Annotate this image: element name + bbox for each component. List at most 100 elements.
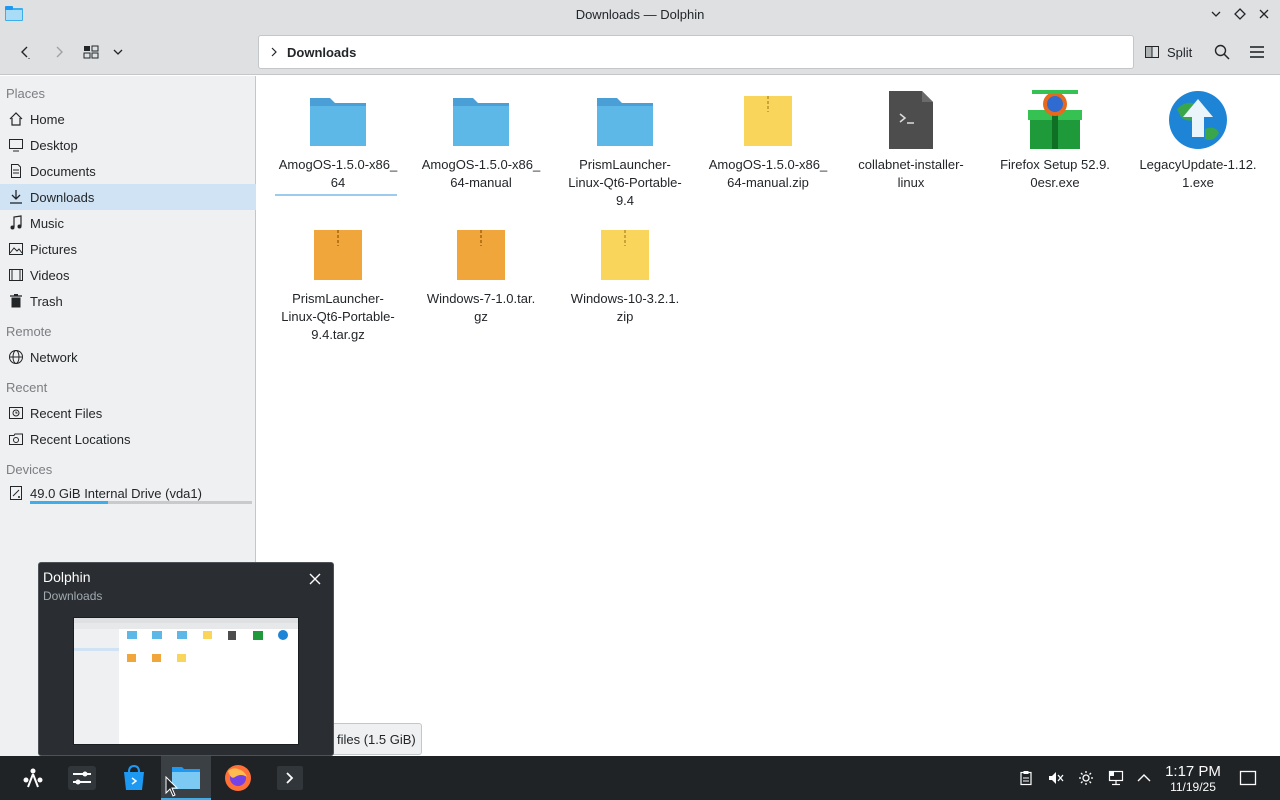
tray-brightness[interactable]	[1076, 768, 1096, 788]
chevron-right-icon	[271, 47, 277, 57]
desktop-icon	[9, 139, 23, 152]
file-item[interactable]: PrismLauncher- Linux-Qt6-Portable- 9.4	[560, 88, 690, 210]
chevron-down-icon	[113, 49, 123, 55]
file-name: zip	[616, 309, 634, 324]
application-launcher-button[interactable]	[8, 756, 58, 800]
file-name: AmogOS-1.5.0-x86_	[708, 157, 828, 172]
chevron-down-icon	[1211, 11, 1221, 17]
forward-button[interactable]	[44, 37, 74, 67]
file-name: AmogOS-1.5.0-x86_	[278, 157, 398, 172]
sidebar-item-label: Music	[30, 215, 64, 231]
task-discover[interactable]	[109, 756, 159, 800]
file-item[interactable]: Firefox Setup 52.9. 0esr.exe	[990, 88, 1120, 192]
file-name: 9.4	[615, 193, 635, 208]
file-name: collabnet-installer-	[858, 157, 964, 172]
script-file-icon	[889, 91, 933, 149]
sidebar-item-label: Network	[30, 349, 78, 365]
view-mode-dropdown[interactable]	[108, 37, 128, 67]
tray-network[interactable]	[1106, 768, 1126, 788]
sidebar-item-label: Videos	[30, 267, 70, 283]
tray-expand[interactable]	[1134, 768, 1154, 788]
show-desktop-icon	[1239, 770, 1257, 786]
file-item[interactable]: LegacyUpdate-1.12. 1.exe	[1133, 88, 1263, 192]
sidebar-item-pictures[interactable]: Pictures	[0, 236, 256, 262]
pictures-icon	[9, 243, 23, 255]
dolphin-app-icon	[5, 6, 23, 21]
sidebar-item-desktop[interactable]: Desktop	[0, 132, 256, 158]
sidebar-item-label: Recent Locations	[30, 431, 131, 447]
file-name: PrismLauncher-	[579, 157, 671, 172]
sidebar-item-label: Home	[30, 111, 65, 127]
task-konsole[interactable]	[265, 756, 315, 800]
file-item[interactable]: AmogOS-1.5.0-x86_ 64	[273, 88, 403, 196]
tray-volume[interactable]	[1046, 768, 1066, 788]
zip-archive-icon	[601, 230, 649, 280]
file-item[interactable]: Windows-10-3.2.1. zip	[560, 222, 690, 326]
file-item[interactable]: AmogOS-1.5.0-x86_ 64-manual.zip	[703, 88, 833, 192]
folder-icon	[453, 98, 509, 146]
file-item[interactable]: PrismLauncher- Linux-Qt6-Portable- 9.4.tar…	[273, 222, 403, 344]
sidebar-item-downloads[interactable]: Downloads	[0, 184, 256, 210]
section-recent: Recent	[6, 380, 48, 395]
window-thumbnail[interactable]	[73, 617, 299, 745]
breadcrumb-downloads[interactable]: Downloads	[287, 45, 356, 60]
task-system-settings[interactable]	[57, 756, 107, 800]
close-icon[interactable]	[307, 571, 323, 587]
split-button[interactable]: Split	[1144, 37, 1192, 67]
zip-archive-icon	[744, 96, 792, 146]
folder-icon	[310, 98, 366, 146]
preview-title: Dolphin	[43, 569, 91, 585]
drive-icon	[10, 486, 22, 500]
videos-icon	[9, 269, 23, 281]
sidebar-item-trash[interactable]: Trash	[0, 288, 256, 314]
file-name: 1.exe	[1182, 175, 1214, 190]
search-button[interactable]	[1210, 37, 1234, 67]
maximize-button[interactable]	[1230, 4, 1250, 24]
toolbar: Downloads Split	[0, 29, 1280, 75]
terminal-icon	[277, 766, 303, 790]
tar-gz-archive-icon	[457, 230, 505, 280]
file-name: 64-manual.zip	[727, 175, 809, 190]
menu-button[interactable]	[1245, 37, 1269, 67]
sidebar-item-music[interactable]: Music	[0, 210, 256, 236]
location-bar[interactable]: Downloads	[258, 35, 1134, 69]
show-desktop-button[interactable]	[1238, 768, 1258, 788]
sidebar-item-videos[interactable]: Videos	[0, 262, 256, 288]
network-icon	[9, 350, 23, 364]
split-view-icon	[1145, 46, 1159, 58]
firefox-icon	[225, 765, 251, 791]
chevron-up-icon	[1137, 774, 1151, 782]
icon-view-icon	[83, 45, 99, 59]
file-name: 64-manual	[450, 175, 512, 190]
volume-muted-icon	[1049, 772, 1064, 784]
sidebar-item-recent-locations[interactable]: Recent Locations	[0, 426, 256, 452]
file-view[interactable]: AmogOS-1.5.0-x86_ 64 AmogOS-1.5.0-x86_ 64-…	[257, 76, 1280, 756]
arrow-right-icon	[56, 46, 63, 58]
minimize-button[interactable]	[1206, 4, 1226, 24]
tray-clipboard[interactable]	[1016, 768, 1036, 788]
sidebar-item-documents[interactable]: Documents	[0, 158, 256, 184]
back-button[interactable]	[10, 37, 40, 67]
file-item[interactable]: Windows-7-1.0.tar. gz	[416, 222, 546, 326]
section-devices: Devices	[6, 462, 53, 477]
file-name: 64	[330, 175, 346, 190]
sidebar-item-label: Desktop	[30, 137, 78, 153]
digital-clock[interactable]: 1:17 PM 11/19/25	[1160, 764, 1226, 795]
tar-gz-archive-icon	[314, 230, 362, 280]
view-mode-button[interactable]	[80, 37, 102, 67]
recent-locations-icon	[9, 433, 23, 445]
section-remote: Remote	[6, 324, 52, 339]
sidebar-item-recent-files[interactable]: Recent Files	[0, 400, 256, 426]
file-item[interactable]: collabnet-installer-linux	[846, 88, 976, 192]
close-button[interactable]	[1254, 4, 1274, 24]
window-title: Downloads — Dolphin	[575, 7, 705, 22]
sidebar-item-label: Downloads	[30, 189, 95, 205]
sidebar-item-home[interactable]: Home	[0, 106, 256, 132]
steamos-launcher-icon	[23, 768, 43, 788]
file-item[interactable]: AmogOS-1.5.0-x86_ 64-manual	[416, 88, 546, 192]
file-name: LegacyUpdate-1.12.	[1139, 157, 1257, 172]
file-name: linux	[897, 175, 925, 190]
sidebar-item-network[interactable]: Network	[0, 344, 256, 370]
task-firefox[interactable]	[213, 756, 263, 800]
task-preview-popup[interactable]: Dolphin Downloads	[38, 562, 334, 756]
